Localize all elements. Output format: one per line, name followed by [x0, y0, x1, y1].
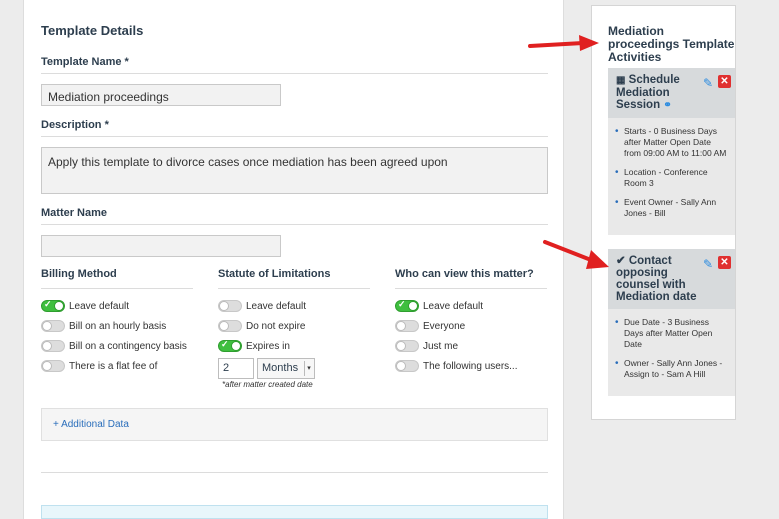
- checkmark-icon: ✔: [616, 255, 626, 267]
- toggle-switch[interactable]: [41, 340, 65, 352]
- visibility-option-just-me[interactable]: Just me: [395, 336, 547, 356]
- selected-unit: Months: [262, 362, 299, 374]
- activity-card: ✔ Contact opposing counsel with Mediatio…: [608, 249, 735, 396]
- link-icon: ⚭: [663, 100, 672, 111]
- delete-icon[interactable]: ✕: [718, 75, 731, 88]
- billing-method-group: Billing Method ✓ Leave default Bill on a…: [41, 268, 193, 376]
- toggle-switch[interactable]: ✓: [218, 339, 242, 352]
- activity-card-header: ✔ Contact opposing counsel with Mediatio…: [608, 249, 735, 309]
- annotation-arrow: [528, 35, 599, 51]
- toggle-switch[interactable]: [395, 360, 419, 372]
- option-label: The following users...: [423, 360, 518, 372]
- option-label: Leave default: [423, 300, 484, 312]
- visibility-option-leave-default[interactable]: ✓ Leave default: [395, 296, 547, 316]
- billing-option-flat-fee[interactable]: There is a flat fee of: [41, 356, 193, 376]
- statute-title: Statute of Limitations: [218, 268, 331, 280]
- option-label: Do not expire: [246, 320, 306, 332]
- info-banner: [41, 505, 548, 519]
- statute-option-leave-default[interactable]: Leave default: [218, 296, 370, 316]
- divider: [41, 224, 548, 225]
- divider: [41, 136, 548, 137]
- activity-card: ▦ Schedule Mediation Session ⚭ ✎ ✕ Start…: [608, 68, 735, 235]
- statute-group: Statute of Limitations Leave default Do …: [218, 268, 370, 389]
- chevron-down-icon: ▾: [304, 361, 313, 376]
- template-details-panel: Template Details Template Name * Mediati…: [23, 0, 564, 519]
- description-label: Description *: [41, 119, 109, 131]
- option-label: There is a flat fee of: [69, 360, 158, 372]
- divider: [41, 73, 548, 74]
- statute-option-do-not-expire[interactable]: Do not expire: [218, 316, 370, 336]
- option-label: Everyone: [423, 320, 466, 332]
- toggle-switch[interactable]: [218, 300, 242, 312]
- matter-name-input[interactable]: [41, 235, 281, 257]
- expires-amount-input[interactable]: 2: [218, 358, 254, 379]
- billing-option-contingency[interactable]: Bill on a contingency basis: [41, 336, 193, 356]
- toggle-switch[interactable]: [395, 340, 419, 352]
- activities-panel: Mediation proceedings Template Activitie…: [591, 5, 736, 420]
- calendar-icon: ▦: [616, 75, 626, 86]
- section-title: Template Details: [41, 23, 144, 38]
- option-label: Just me: [423, 340, 459, 352]
- pencil-icon[interactable]: ✎: [703, 76, 713, 90]
- option-label: Bill on an hourly basis: [69, 320, 167, 332]
- toggle-switch[interactable]: [41, 360, 65, 372]
- toggle-switch[interactable]: [218, 320, 242, 332]
- visibility-title: Who can view this matter?: [395, 268, 534, 280]
- template-name-input[interactable]: Mediation proceedings: [41, 84, 281, 106]
- pencil-icon[interactable]: ✎: [703, 257, 713, 271]
- billing-option-leave-default[interactable]: ✓ Leave default: [41, 296, 193, 316]
- activity-title: Contact opposing counsel with Mediation …: [616, 255, 697, 303]
- activity-detail: Due Date - 3 Business Days after Matter …: [614, 317, 727, 350]
- billing-option-hourly[interactable]: Bill on an hourly basis: [41, 316, 193, 336]
- statute-option-expires-in[interactable]: ✓ Expires in: [218, 336, 370, 356]
- toggle-switch[interactable]: ✓: [41, 299, 65, 312]
- description-textarea[interactable]: Apply this template to divorce cases onc…: [41, 147, 548, 194]
- activity-detail: Location - Conference Room 3: [614, 167, 727, 189]
- visibility-option-following-users[interactable]: The following users...: [395, 356, 547, 376]
- divider: [41, 472, 548, 473]
- visibility-option-everyone[interactable]: Everyone: [395, 316, 547, 336]
- option-label: Leave default: [69, 300, 130, 312]
- activity-detail: Owner - Sally Ann Jones - Assign to - Sa…: [614, 358, 727, 380]
- option-label: Expires in: [246, 340, 290, 352]
- activity-detail: Event Owner - Sally Ann Jones - Bill: [614, 197, 727, 219]
- additional-data-toggle[interactable]: + Additional Data: [41, 408, 548, 441]
- annotation-arrow: [543, 240, 609, 269]
- toggle-switch[interactable]: [41, 320, 65, 332]
- activities-title: Mediation proceedings Template Activitie…: [608, 24, 735, 64]
- activity-title-row[interactable]: ▦ Schedule Mediation Session ⚭: [616, 74, 698, 112]
- toggle-switch[interactable]: [395, 320, 419, 332]
- activity-detail: Starts - 0 Business Days after Matter Op…: [614, 126, 727, 159]
- activity-card-header: ▦ Schedule Mediation Session ⚭ ✎ ✕: [608, 68, 735, 118]
- option-label: Bill on a contingency basis: [69, 340, 187, 352]
- billing-method-title: Billing Method: [41, 268, 117, 280]
- visibility-group: Who can view this matter? ✓ Leave defaul…: [395, 268, 547, 376]
- template-name-label: Template Name *: [41, 56, 129, 68]
- option-label: Leave default: [246, 300, 307, 312]
- expires-note: *after matter created date: [222, 380, 313, 389]
- matter-name-label: Matter Name: [41, 207, 108, 219]
- activity-title-row[interactable]: ✔ Contact opposing counsel with Mediatio…: [616, 255, 698, 303]
- delete-icon[interactable]: ✕: [718, 256, 731, 269]
- toggle-switch[interactable]: ✓: [395, 299, 419, 312]
- expires-unit-select[interactable]: Months ▾: [257, 358, 315, 379]
